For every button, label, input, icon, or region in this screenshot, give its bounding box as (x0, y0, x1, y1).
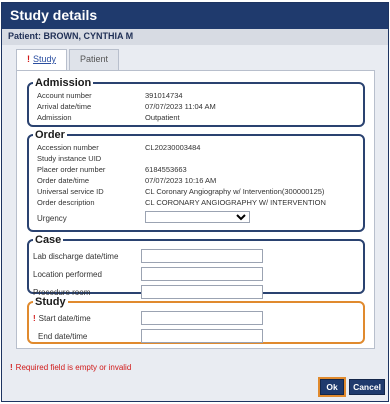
validation-message: ! Required field is empty or invalid (10, 363, 131, 372)
study-instance-uid-label: Study instance UID (37, 154, 102, 163)
tab-study[interactable]: ! Study (16, 49, 68, 71)
location-performed-input[interactable] (141, 267, 263, 281)
required-icon: ! (27, 54, 30, 64)
study-tab-panel: Admission Account number 391014734 Arriv… (16, 70, 375, 349)
admission-legend: Admission (35, 77, 92, 89)
lab-discharge-datetime-label: Lab discharge date/time (33, 252, 119, 261)
dialog-title: Study details (2, 3, 388, 29)
order-legend: Order (35, 129, 65, 141)
start-datetime-input[interactable] (141, 311, 263, 325)
admission-type-value: Outpatient (145, 113, 180, 122)
tab-strip: ! Study Patient (16, 49, 121, 71)
placer-order-number-value: 6184553663 (145, 165, 187, 174)
location-performed-label: Location performed (33, 270, 102, 279)
end-datetime-input[interactable] (141, 329, 263, 343)
universal-service-id-label: Universal service ID (37, 187, 104, 196)
study-details-dialog: Study details Patient: BROWN, CYNTHIA M … (1, 2, 389, 402)
admission-group: Admission Account number 391014734 Arriv… (27, 77, 365, 127)
tab-study-label: Study (33, 54, 57, 64)
start-datetime-label-text: Start date/time (38, 314, 91, 323)
account-number-label: Account number (37, 91, 92, 100)
order-description-label: Order description (37, 198, 95, 207)
ok-button[interactable]: Ok (318, 377, 346, 397)
start-datetime-label: ! Start date/time (33, 314, 91, 323)
study-legend: Study (35, 296, 66, 308)
urgency-label: Urgency (37, 214, 67, 223)
accession-number-label: Accession number (37, 143, 99, 152)
account-number-value: 391014734 (145, 91, 183, 100)
order-datetime-label: Order date/time (37, 176, 90, 185)
end-datetime-label: End date/time (38, 332, 88, 341)
required-icon: ! (10, 363, 13, 372)
validation-message-text: Required field is empty or invalid (15, 363, 132, 372)
patient-banner: Patient: BROWN, CYNTHIA M (2, 29, 388, 45)
study-group: Study ! Start date/time End date/time (27, 296, 365, 344)
tab-patient-label: Patient (80, 54, 109, 64)
arrival-datetime-value: 07/07/2023 11:04 AM (145, 102, 216, 111)
cancel-button[interactable]: Cancel (349, 379, 385, 395)
order-group: Order Accession number CL20230003484 Stu… (27, 129, 365, 232)
case-group: Case Lab discharge date/time Location pe… (27, 234, 365, 299)
tab-patient[interactable]: Patient (69, 49, 120, 71)
placer-order-number-label: Placer order number (37, 165, 106, 174)
universal-service-id-value: CL Coronary Angiography w/ Intervention(… (145, 187, 325, 196)
required-icon: ! (33, 314, 36, 323)
order-datetime-value: 07/07/2023 10:16 AM (145, 176, 217, 185)
urgency-select[interactable] (145, 211, 250, 223)
admission-type-label: Admission (37, 113, 72, 122)
lab-discharge-datetime-input[interactable] (141, 249, 263, 263)
case-legend: Case (35, 234, 62, 246)
arrival-datetime-label: Arrival date/time (37, 102, 92, 111)
accession-number-value: CL20230003484 (145, 143, 201, 152)
order-description-value: CL CORONARY ANGIOGRAPHY W/ INTERVENTION (145, 198, 326, 207)
